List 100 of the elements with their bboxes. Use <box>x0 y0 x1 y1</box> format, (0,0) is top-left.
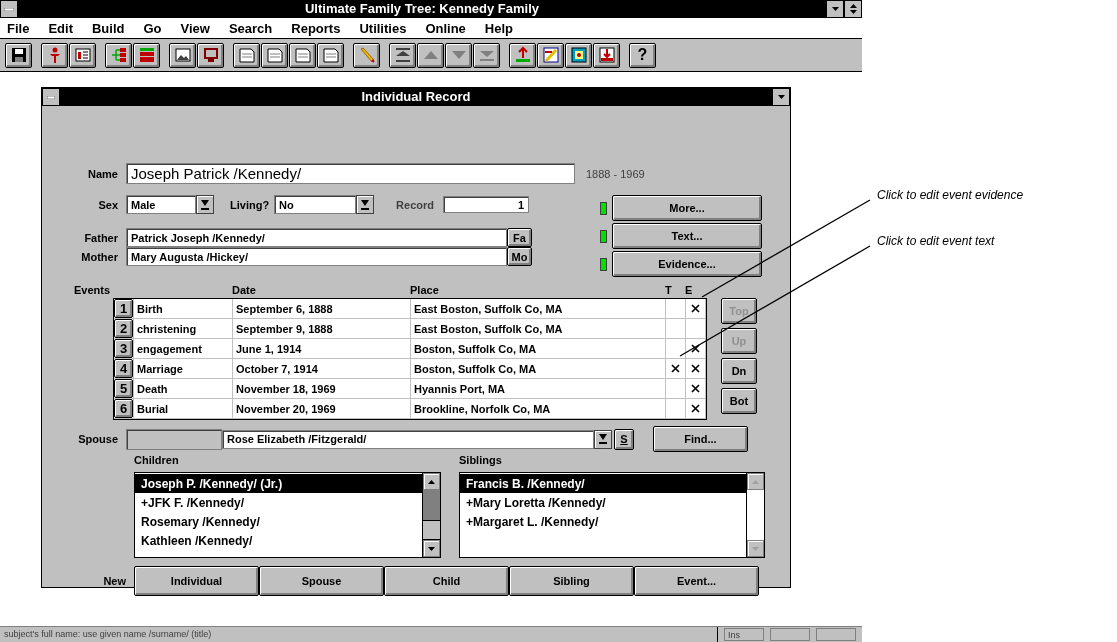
dropdown-arrow-icon <box>599 434 607 444</box>
list-item[interactable]: +JFK F. /Kennedy/ <box>135 493 422 512</box>
new-record-button[interactable]: Individual <box>134 566 259 596</box>
mother-field[interactable]: Mary Augusta /Hickey/ <box>126 247 507 266</box>
column-header: Place <box>410 284 440 296</box>
event-number-button[interactable]: 6 <box>114 399 133 418</box>
list-label: Children <box>134 454 180 466</box>
column-header: T <box>665 284 673 296</box>
menu-item[interactable]: Edit <box>48 20 73 36</box>
toolbar-button[interactable] <box>289 42 316 68</box>
menu-item[interactable]: Online <box>425 20 466 36</box>
event-number-button[interactable]: 4 <box>114 359 133 378</box>
menu-item[interactable]: Reports <box>291 20 341 36</box>
dialog-button[interactable]: Text... <box>612 223 762 249</box>
list-item[interactable]: +Mary Loretta /Kennedy/ <box>460 493 746 512</box>
event-number-button[interactable]: 5 <box>114 379 133 398</box>
list-item[interactable]: Joseph P. /Kennedy/ (Jr.) <box>135 474 422 493</box>
menu-item[interactable]: Help <box>484 20 513 36</box>
mark-cell[interactable] <box>666 319 686 339</box>
system-menu-button[interactable] <box>0 0 18 18</box>
toolbar-button[interactable] <box>445 42 472 68</box>
dialog-button[interactable]: Evidence... <box>612 251 762 277</box>
document-icon <box>321 46 340 64</box>
toolbar-button[interactable] <box>41 42 68 68</box>
mark-cell[interactable] <box>666 399 686 419</box>
menu-item[interactable]: Build <box>91 20 125 36</box>
father-button[interactable]: Fa <box>507 228 532 247</box>
father-field[interactable]: Patrick Joseph /Kennedy/ <box>126 228 507 247</box>
field-label: Mother <box>80 250 119 263</box>
scroll-down-button[interactable] <box>423 540 440 557</box>
x-mark-icon <box>671 364 680 373</box>
list-item[interactable]: Francis B. /Kennedy/ <box>460 474 746 493</box>
mark-cell[interactable] <box>686 299 706 319</box>
new-record-button[interactable]: Sibling <box>509 566 634 596</box>
mark-cell[interactable] <box>686 359 706 379</box>
toolbar-button[interactable] <box>473 42 500 68</box>
toolbar-button[interactable] <box>537 42 564 68</box>
move-button[interactable]: Bot <box>721 388 757 414</box>
toolbar-button[interactable] <box>105 42 132 68</box>
toolbar-button[interactable] <box>593 42 620 68</box>
maximize-button[interactable] <box>844 0 862 18</box>
x-mark-icon <box>691 304 700 313</box>
toolbar-button[interactable] <box>261 42 288 68</box>
mother-button[interactable]: Mo <box>507 247 532 266</box>
mark-cell[interactable] <box>666 359 686 379</box>
menu-item[interactable]: Search <box>228 20 273 36</box>
scroll-up-button[interactable] <box>423 473 440 490</box>
sex-dropdown[interactable]: Male <box>126 195 196 214</box>
menu-item[interactable]: View <box>180 20 210 36</box>
new-record-button[interactable]: Child <box>384 566 509 596</box>
toolbar-button[interactable] <box>133 42 160 68</box>
find-button[interactable]: Find... <box>653 426 748 452</box>
minimize-button[interactable] <box>826 0 844 18</box>
scrollbar[interactable] <box>422 473 440 557</box>
menu-item[interactable]: File <box>7 20 30 36</box>
name-field[interactable]: Joseph Patrick /Kennedy/ <box>126 163 575 184</box>
table-cell: engagement <box>134 339 233 359</box>
minimize-button[interactable] <box>772 88 790 106</box>
toolbar-button[interactable] <box>233 42 260 68</box>
mark-cell[interactable] <box>666 339 686 359</box>
dropdown-button[interactable] <box>594 429 612 449</box>
mark-cell[interactable] <box>686 379 706 399</box>
record-field[interactable]: 1 <box>443 196 529 213</box>
mark-cell[interactable] <box>666 299 686 319</box>
toolbar-button[interactable] <box>565 42 592 68</box>
toolbar-button[interactable] <box>317 42 344 68</box>
toolbar-button[interactable] <box>353 42 380 68</box>
toolbar-button[interactable] <box>389 42 416 68</box>
mark-cell[interactable] <box>686 319 706 339</box>
section-label: Events <box>73 284 112 296</box>
toolbar-button[interactable] <box>417 42 444 68</box>
toolbar-button[interactable] <box>197 42 224 68</box>
toolbar-button[interactable] <box>509 42 536 68</box>
scroll-thumb[interactable] <box>423 520 440 540</box>
event-number-button[interactable]: 3 <box>114 339 133 358</box>
menu-item[interactable]: Utilities <box>359 20 407 36</box>
event-number-button[interactable]: 1 <box>114 299 133 318</box>
list-item[interactable]: +Margaret L. /Kennedy/ <box>460 512 746 531</box>
letter-button[interactable]: S <box>614 428 634 450</box>
spouse-dropdown[interactable]: Rose Elizabeth /Fitzgerald/ <box>222 429 594 449</box>
toolbar-button[interactable] <box>5 42 32 68</box>
new-record-button[interactable]: Event... <box>634 566 759 596</box>
dropdown-button[interactable] <box>356 195 375 214</box>
system-menu-button[interactable] <box>42 88 60 106</box>
move-button[interactable]: Dn <box>721 358 757 384</box>
living-dropdown[interactable]: No <box>274 195 357 214</box>
new-record-button[interactable]: Spouse <box>259 566 384 596</box>
toolbar-button[interactable] <box>69 42 96 68</box>
list-item[interactable]: Kathleen /Kennedy/ <box>135 531 422 550</box>
dropdown-button[interactable] <box>196 195 214 214</box>
mark-cell[interactable] <box>686 339 706 359</box>
dialog-button[interactable]: More... <box>612 195 762 221</box>
toolbar-button[interactable] <box>169 42 196 68</box>
table-cell: Death <box>134 379 233 399</box>
help-button[interactable]: ? <box>629 42 656 68</box>
event-number-button[interactable]: 2 <box>114 319 133 338</box>
menu-item[interactable]: Go <box>143 20 162 36</box>
mark-cell[interactable] <box>666 379 686 399</box>
list-item[interactable]: Rosemary /Kennedy/ <box>135 512 422 531</box>
mark-cell[interactable] <box>686 399 706 419</box>
